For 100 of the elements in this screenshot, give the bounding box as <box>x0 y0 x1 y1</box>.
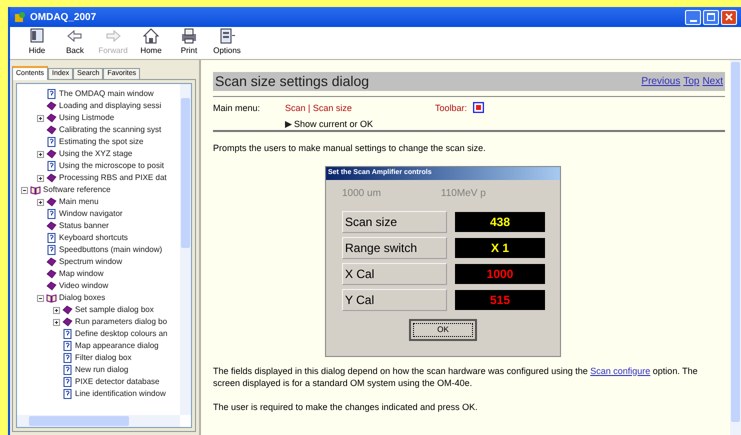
book-icon <box>62 305 73 315</box>
tree-item[interactable]: Line identification window <box>75 388 166 400</box>
tree-item[interactable]: The OMDAQ main window <box>59 88 154 100</box>
toolbar-button[interactable]: Options <box>214 27 240 57</box>
maximize-button[interactable] <box>703 10 719 24</box>
expand-toggle[interactable] <box>37 114 44 122</box>
tree-item[interactable]: Video window <box>59 280 108 292</box>
tree-item[interactable]: Set sample dialog box <box>75 304 154 316</box>
menu-path: Scan | Scan size <box>285 102 353 115</box>
book-icon <box>62 317 73 327</box>
description-paragraph: The fields displayed in this dialog depend on how the scan hardware was configured using the Scan configure option. The screen displayed is for a standard OM system using the OM-40e. <box>213 364 699 388</box>
value-display: 515 <box>455 290 545 310</box>
topic-heading: Scan size settings dialog <box>215 72 370 91</box>
help-page-icon <box>46 89 57 99</box>
intro-text: Prompts the users to make manual settings to change the scan size. <box>213 142 487 155</box>
scan-configure-link[interactable]: Scan configure <box>590 366 650 376</box>
window-title: OMDAQ_2007 <box>30 10 96 24</box>
tree-item[interactable]: Dialog boxes <box>59 292 106 304</box>
info-text: 1000 um <box>342 186 381 200</box>
field-label: Y Cal <box>342 288 447 310</box>
book-icon <box>46 221 57 231</box>
tree-item[interactable]: Map window <box>59 268 104 280</box>
horizontal-scrollbar[interactable] <box>17 415 180 427</box>
tree-item[interactable]: Filter dialog box <box>75 352 132 364</box>
value-display: 438 <box>455 212 545 232</box>
tree-item[interactable]: Using the microscope to posit <box>59 160 164 172</box>
help-page-icon <box>46 209 57 219</box>
close-icon <box>725 13 733 21</box>
tree-item[interactable]: Window navigator <box>59 208 123 220</box>
tree-item[interactable]: PIXE detector database <box>75 376 160 388</box>
collapse-toggle[interactable] <box>21 186 28 194</box>
nav-link[interactable]: Previous <box>641 74 680 89</box>
tree-item[interactable]: Spectrum window <box>59 256 122 268</box>
nav-link[interactable]: Top <box>683 74 700 89</box>
help-app-icon <box>14 11 26 23</box>
collapse-toggle[interactable] <box>37 294 44 302</box>
minimize-button[interactable] <box>685 10 701 24</box>
open-book-icon <box>46 293 57 303</box>
toolbar-button[interactable]: Hide <box>24 27 50 57</box>
help-page-icon <box>62 329 73 339</box>
value-display: X 1 <box>455 238 545 258</box>
nav-link[interactable]: Next <box>702 74 723 89</box>
tree-item[interactable]: Using the XYZ stage <box>59 148 132 160</box>
field-label: Scan size <box>342 210 447 232</box>
pane-icon <box>28 27 46 45</box>
tree-item[interactable]: Main menu <box>59 196 99 208</box>
arrow-icon <box>285 120 292 128</box>
expand-toggle[interactable] <box>53 306 60 314</box>
book-icon <box>46 269 57 279</box>
tree-item[interactable]: Define desktop colours an <box>75 328 168 340</box>
tree-item[interactable]: Status banner <box>59 220 109 232</box>
book-icon <box>46 281 57 291</box>
book-icon <box>46 113 57 123</box>
help-page-icon <box>62 341 73 351</box>
vertical-scrollbar[interactable] <box>730 60 741 435</box>
help-page-icon <box>46 161 57 171</box>
ok-button[interactable]: OK <box>409 318 477 340</box>
help-page-icon <box>46 233 57 243</box>
help-page-icon <box>62 353 73 363</box>
book-icon <box>46 173 57 183</box>
value-display: 1000 <box>455 264 545 284</box>
tree-item[interactable]: New run dialog <box>75 364 128 376</box>
help-page-icon <box>62 389 73 399</box>
help-page-icon <box>62 377 73 387</box>
menu-note: Show current or OK <box>294 118 374 130</box>
toolbar-button[interactable]: Home <box>138 27 164 57</box>
expand-toggle[interactable] <box>37 198 44 206</box>
vertical-scrollbar[interactable] <box>180 84 191 415</box>
help-page-icon <box>46 245 57 255</box>
book-icon <box>46 101 57 111</box>
tree-item[interactable]: Estimating the spot size <box>59 136 144 148</box>
tree-item[interactable]: Run parameters dialog bo <box>75 316 168 328</box>
expand-toggle[interactable] <box>53 318 60 326</box>
printer-icon <box>180 27 198 45</box>
tree-item[interactable]: Processing RBS and PIXE dat <box>59 172 167 184</box>
tree-item[interactable]: Using Listmode <box>59 112 114 124</box>
tree-item[interactable]: Speedbuttons (main window) <box>59 244 162 256</box>
expand-toggle[interactable] <box>37 174 44 182</box>
tree-item[interactable]: Software reference <box>43 184 111 196</box>
help-page-icon <box>62 365 73 375</box>
main-menu-label: Main menu: <box>213 102 262 115</box>
expand-toggle[interactable] <box>37 150 44 158</box>
close-button[interactable] <box>721 10 737 24</box>
book-icon <box>46 125 57 135</box>
toolbar-label: Toolbar: <box>435 102 468 115</box>
tree-item[interactable]: Map appearance dialog <box>75 340 159 352</box>
open-book-icon <box>30 185 41 195</box>
book-icon <box>46 257 57 267</box>
toolbar-button[interactable]: Back <box>62 27 88 57</box>
tree-item[interactable]: Loading and displaying sessi <box>59 100 162 112</box>
tree-item[interactable]: Keyboard shortcuts <box>59 232 128 244</box>
field-label: X Cal <box>342 262 447 284</box>
help-page-icon <box>46 137 57 147</box>
book-icon <box>46 149 57 159</box>
toolbar-button-icon <box>473 102 484 113</box>
info-text: 110MeV p <box>440 186 486 200</box>
instruction-text: The user is required to make the changes indicated and press OK. <box>213 400 479 414</box>
toolbar-button[interactable]: Print <box>176 27 202 57</box>
field-label: Range switch <box>342 236 447 258</box>
tree-item[interactable]: Calibrating the scanning syst <box>59 124 162 136</box>
